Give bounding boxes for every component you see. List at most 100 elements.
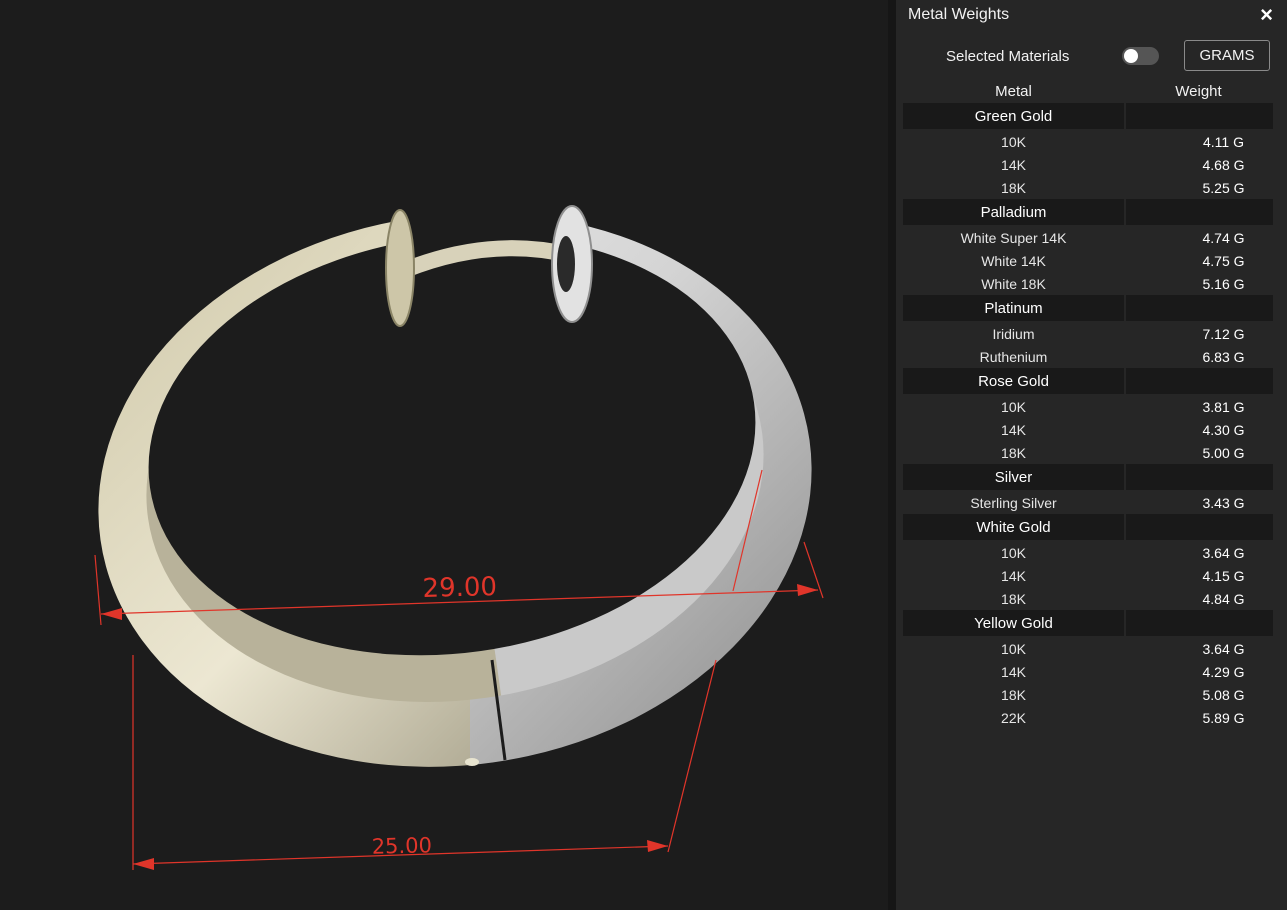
alloy-name: White 18K xyxy=(981,275,1046,292)
width-dimension-label: 29.00 xyxy=(422,572,497,604)
alloy-name: 22K xyxy=(1001,709,1026,726)
metal-group-name: Palladium xyxy=(903,199,1124,225)
alloy-name: 14K xyxy=(1001,421,1026,438)
metal-group-weight-cell xyxy=(1126,514,1273,540)
alloy-weight: 4.11 G xyxy=(1203,133,1244,150)
unit-button[interactable]: GRAMS xyxy=(1184,40,1270,71)
table-row[interactable]: 10K 3.64 G xyxy=(903,541,1273,564)
alloy-name: Ruthenium xyxy=(979,348,1048,365)
metal-group-weight-cell xyxy=(1126,368,1273,394)
metal-group-row: Yellow Gold xyxy=(903,610,1273,636)
alloy-weight: 5.16 G xyxy=(1202,275,1245,292)
table-row[interactable]: 18K 4.84 G xyxy=(903,587,1273,610)
alloy-name: 10K xyxy=(1001,133,1026,150)
alloy-weight: 5.00 G xyxy=(1202,444,1245,461)
alloy-weight: 6.83 G xyxy=(1202,348,1245,365)
alloy-weight: 4.30 G xyxy=(1202,421,1245,438)
metal-group-row: Green Gold xyxy=(903,103,1273,129)
alloy-name: White 14K xyxy=(981,252,1046,269)
table-row[interactable]: 14K 4.68 G xyxy=(903,153,1273,176)
depth-dimension-label: 25.00 xyxy=(371,833,432,859)
table-row[interactable]: 10K 3.81 G xyxy=(903,395,1273,418)
table-row[interactable]: 14K 4.15 G xyxy=(903,564,1273,587)
table-row[interactable]: White Super 14K 4.74 G xyxy=(903,226,1273,249)
close-icon[interactable]: × xyxy=(1260,2,1273,28)
table-row[interactable]: Ruthenium 6.83 G xyxy=(903,345,1273,368)
alloy-weight: 7.12 G xyxy=(1202,325,1245,342)
alloy-weight: 5.89 G xyxy=(1202,709,1245,726)
metal-group-row: Silver xyxy=(903,464,1273,490)
selected-materials-label: Selected Materials xyxy=(946,48,1070,65)
alloy-name: White Super 14K xyxy=(960,229,1067,246)
bangle-model[interactable]: 29.00 25.00 xyxy=(0,0,888,910)
alloy-weight: 3.43 G xyxy=(1202,494,1245,511)
alloy-weight: 4.68 G xyxy=(1202,156,1245,173)
metal-group-weight-cell xyxy=(1126,103,1273,129)
metal-group-weight-cell xyxy=(1126,199,1273,225)
alloy-name: 14K xyxy=(1001,663,1026,680)
alloy-name: Iridium xyxy=(992,325,1035,342)
alloy-weight: 5.08 G xyxy=(1202,686,1245,703)
weights-table: Metal Weight Green Gold 10K 4.11 G 14K 4.68 … xyxy=(903,80,1273,729)
alloy-weight: 5.25 G xyxy=(1202,179,1245,196)
alloy-weight: 3.64 G xyxy=(1202,544,1245,561)
weight-column-header: Weight xyxy=(1175,83,1222,100)
metal-group-row: Rose Gold xyxy=(903,368,1273,394)
metal-group-name: Green Gold xyxy=(903,103,1124,129)
panel-splitter[interactable] xyxy=(888,0,896,910)
alloy-weight: 4.74 G xyxy=(1202,229,1245,246)
table-row[interactable]: 14K 4.29 G xyxy=(903,660,1273,683)
panel-title: Metal Weights xyxy=(908,6,1010,23)
table-row[interactable]: 10K 3.64 G xyxy=(903,637,1273,660)
metal-group-weight-cell xyxy=(1126,295,1273,321)
table-row[interactable]: Iridium 7.12 G xyxy=(903,322,1273,345)
table-body: Green Gold 10K 4.11 G 14K 4.68 G 18K 5.25 G Pal… xyxy=(903,103,1273,729)
table-row[interactable]: 10K 4.11 G xyxy=(903,130,1273,153)
arrowhead xyxy=(797,584,818,596)
alloy-name: 10K xyxy=(1001,398,1026,415)
alloy-name: 18K xyxy=(1001,444,1026,461)
table-row[interactable]: 18K 5.08 G xyxy=(903,683,1273,706)
selected-materials-toggle[interactable] xyxy=(1122,47,1159,65)
metal-group-row: Platinum xyxy=(903,295,1273,321)
metal-group-name: Platinum xyxy=(903,295,1124,321)
metal-group-row: Palladium xyxy=(903,199,1273,225)
arrowhead xyxy=(647,840,668,852)
alloy-name: 14K xyxy=(1001,567,1026,584)
metal-group-weight-cell xyxy=(1126,464,1273,490)
alloy-name: 14K xyxy=(1001,156,1026,173)
alloy-weight: 3.64 G xyxy=(1202,640,1245,657)
metal-weights-panel: Metal Weights × Selected Materials GRAMS… xyxy=(896,0,1287,910)
metal-column-header: Metal xyxy=(995,83,1032,100)
metal-group-row: White Gold xyxy=(903,514,1273,540)
table-row[interactable]: 22K 5.89 G xyxy=(903,706,1273,729)
alloy-name: 18K xyxy=(1001,686,1026,703)
metal-group-name: White Gold xyxy=(903,514,1124,540)
alloy-name: 10K xyxy=(1001,640,1026,657)
alloy-name: Sterling Silver xyxy=(970,494,1057,511)
toggle-knob xyxy=(1124,49,1138,63)
table-row[interactable]: White 18K 5.16 G xyxy=(903,272,1273,295)
table-row[interactable]: 18K 5.25 G xyxy=(903,176,1273,199)
metal-group-name: Yellow Gold xyxy=(903,610,1124,636)
arrowhead xyxy=(101,608,122,620)
table-row[interactable]: 14K 4.30 G xyxy=(903,418,1273,441)
alloy-weight: 4.15 G xyxy=(1202,567,1245,584)
metal-group-name: Rose Gold xyxy=(903,368,1124,394)
alloy-weight: 4.75 G xyxy=(1202,252,1245,269)
alloy-weight: 4.84 G xyxy=(1202,590,1245,607)
table-row[interactable]: Sterling Silver 3.43 G xyxy=(903,491,1273,514)
alloy-name: 10K xyxy=(1001,544,1026,561)
metal-group-weight-cell xyxy=(1126,610,1273,636)
alloy-name: 18K xyxy=(1001,179,1026,196)
alloy-name: 18K xyxy=(1001,590,1026,607)
alloy-weight: 4.29 G xyxy=(1202,663,1245,680)
3d-viewport[interactable]: 29.00 25.00 xyxy=(0,0,888,910)
arrowhead xyxy=(133,858,154,870)
left-cap xyxy=(385,209,415,327)
table-row[interactable]: White 14K 4.75 G xyxy=(903,249,1273,272)
alloy-weight: 3.81 G xyxy=(1202,398,1245,415)
table-row[interactable]: 18K 5.00 G xyxy=(903,441,1273,464)
table-header: Metal Weight xyxy=(903,80,1273,103)
metal-group-name: Silver xyxy=(903,464,1124,490)
